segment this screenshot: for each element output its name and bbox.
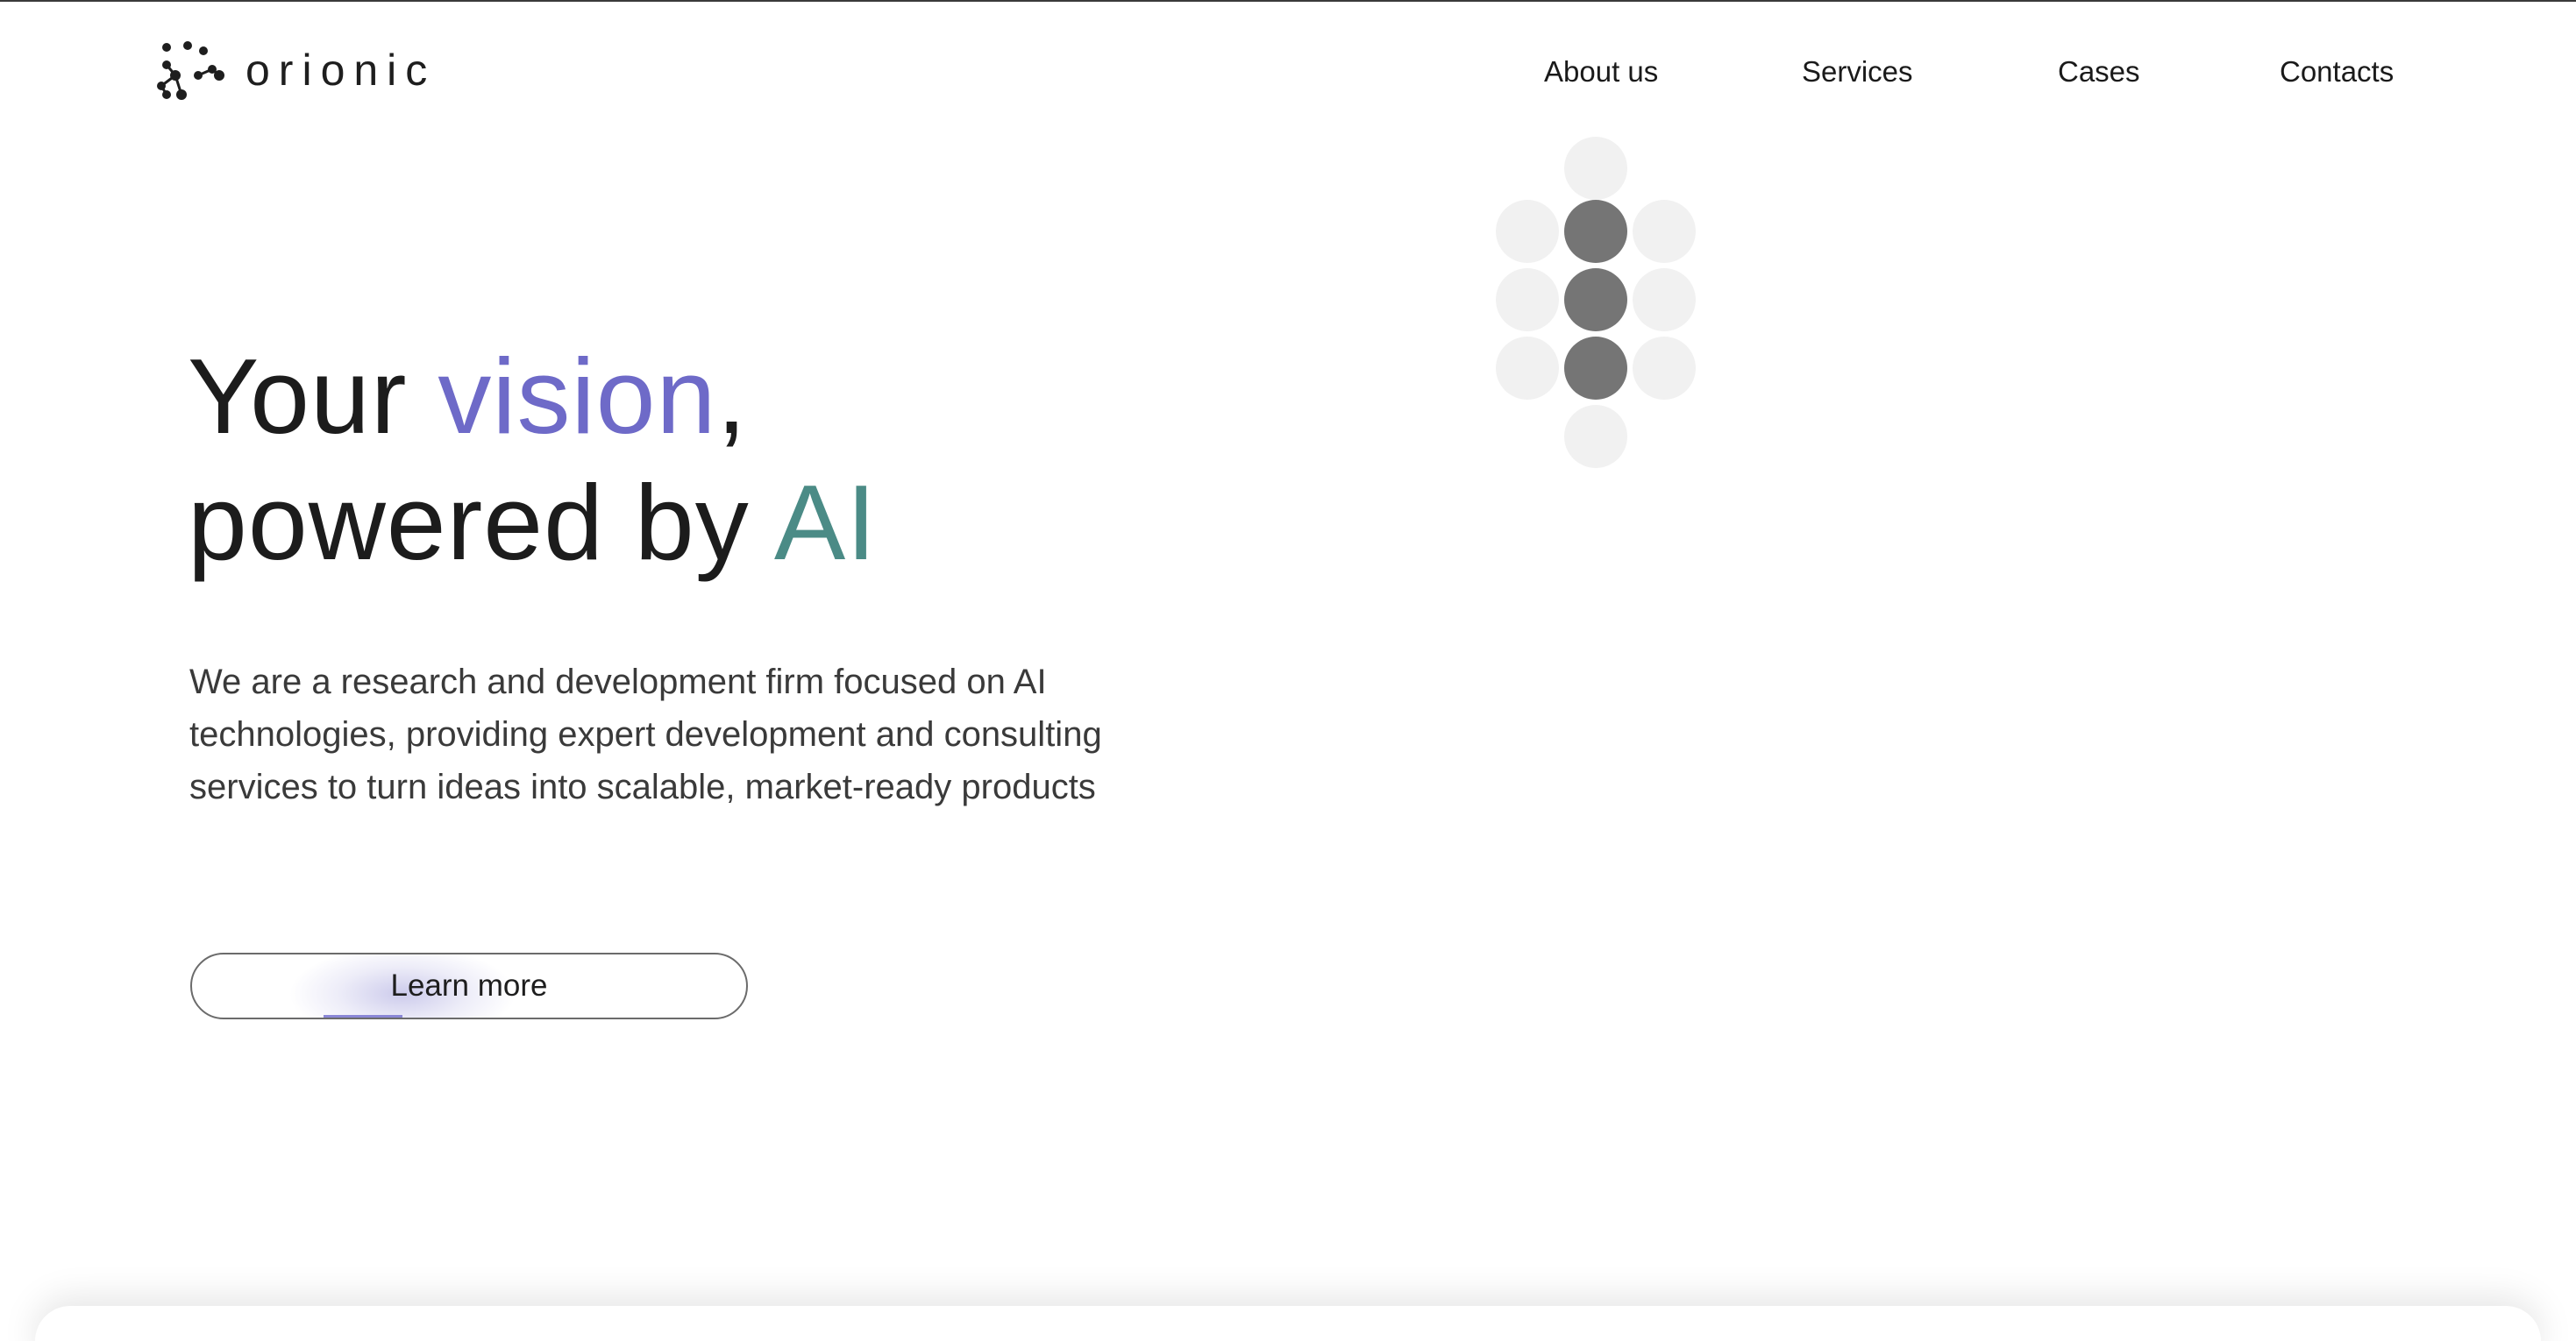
learn-more-button[interactable]: Learn more (190, 953, 748, 1019)
brand-name: orionic (246, 46, 437, 95)
dot (1496, 200, 1559, 263)
hero-title-part2: , (716, 337, 748, 456)
dot (1633, 268, 1696, 331)
main-nav: About us Services Cases Contacts (1491, 54, 2401, 89)
dot (1496, 337, 1559, 400)
nav-item-about-us[interactable]: About us (1544, 54, 1658, 89)
dot (1633, 337, 1696, 400)
hero-title-highlight-vision: vision (438, 337, 717, 456)
dot (1564, 337, 1627, 400)
nav-item-cases[interactable]: Cases (2058, 54, 2140, 89)
next-section-edge (35, 1306, 2541, 1341)
dot-grid-icon (1491, 131, 1710, 482)
hero-title-highlight-ai: AI (773, 463, 878, 582)
dot (1496, 268, 1559, 331)
logo-link[interactable]: orionic (154, 39, 436, 105)
dot (1564, 405, 1627, 468)
dot (1564, 200, 1627, 263)
constellation-icon (157, 41, 224, 100)
nav-item-contacts[interactable]: Contacts (2280, 54, 2394, 89)
dot (1564, 137, 1627, 200)
dot (1633, 200, 1696, 263)
hero-title-part1: Your (188, 337, 438, 456)
hero-description: We are a research and development firm f… (189, 663, 1102, 806)
page: orionic About us Services Cases Contacts… (0, 0, 2576, 1341)
hero-title-line2: powered by (188, 463, 774, 582)
hero-title: Your vision, powered by AI (188, 333, 877, 585)
dot (1564, 268, 1627, 331)
window-top-border (0, 0, 2576, 2)
learn-more-label: Learn more (390, 968, 548, 1003)
nav-item-services[interactable]: Services (1802, 54, 1913, 89)
